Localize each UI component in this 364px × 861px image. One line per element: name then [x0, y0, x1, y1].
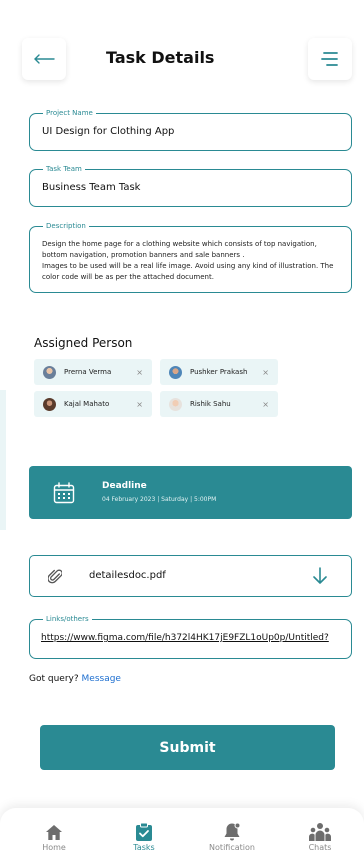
remove-assignee-icon[interactable]: ×: [262, 400, 269, 409]
avatar: [169, 397, 182, 411]
paperclip-icon: [48, 569, 62, 584]
nav-chats[interactable]: Chats: [290, 822, 350, 852]
assignee-chip[interactable]: Rishik Sahu ×: [160, 391, 278, 417]
assigned-person-heading: Assigned Person: [34, 336, 133, 350]
remove-assignee-icon[interactable]: ×: [262, 368, 269, 377]
calendar-icon: [53, 482, 75, 504]
attachment-box[interactable]: detailesdoc.pdf: [29, 555, 352, 597]
nav-label: Home: [42, 843, 66, 852]
submit-button[interactable]: Submit: [40, 725, 335, 770]
project-name-field[interactable]: Project Name UI Design for Clothing App: [29, 108, 352, 151]
project-name-value[interactable]: UI Design for Clothing App: [42, 126, 174, 137]
description-paragraph: Images to be used will be a real life im…: [42, 262, 334, 281]
query-line: Got query? Message: [29, 674, 121, 684]
message-link[interactable]: Message: [82, 674, 121, 684]
assignee-chip[interactable]: Prerna Verma ×: [34, 359, 152, 385]
page-title: Task Details: [106, 48, 215, 67]
assignee-chip[interactable]: Pushker Prakash ×: [160, 359, 278, 385]
menu-button[interactable]: [308, 38, 352, 80]
attachment-file-name[interactable]: detailesdoc.pdf: [89, 570, 166, 581]
bell-icon: [224, 822, 241, 841]
side-decoration: [0, 390, 6, 530]
task-team-label: Task Team: [43, 164, 85, 174]
link-url[interactable]: https://www.figma.com/file/h372l4HK17jE9…: [41, 633, 329, 643]
home-icon: [46, 824, 62, 840]
deadline-title: Deadline: [102, 481, 147, 491]
project-name-label: Project Name: [43, 108, 96, 118]
nav-home[interactable]: Home: [24, 822, 84, 852]
avatar: [43, 397, 56, 411]
nav-label: Tasks: [133, 843, 155, 852]
back-button[interactable]: [22, 38, 66, 80]
nav-label: Notification: [209, 843, 255, 852]
description-label: Description: [43, 221, 89, 231]
download-arrow-icon[interactable]: [313, 567, 327, 585]
query-text: Got query?: [29, 674, 79, 684]
avatar: [43, 365, 56, 379]
description-text[interactable]: Design the home page for a clothing webs…: [42, 239, 341, 282]
description-paragraph: Design the home page for a clothing webs…: [42, 240, 317, 259]
nav-label: Chats: [308, 843, 332, 852]
assignee-name: Rishik Sahu: [190, 400, 231, 408]
deadline-date: 04 February 2023 | Saturday | 5:00PM: [102, 496, 217, 503]
arrow-left-icon: [34, 54, 55, 64]
task-team-value[interactable]: Business Team Task: [42, 182, 140, 193]
remove-assignee-icon[interactable]: ×: [136, 400, 143, 409]
clipboard-check-icon: [136, 822, 152, 841]
description-field[interactable]: Description Design the home page for a c…: [29, 221, 352, 293]
assignee-name: Kajal Mahato: [64, 400, 110, 408]
nav-notification[interactable]: Notification: [202, 822, 262, 852]
deadline-card[interactable]: Deadline 04 February 2023 | Saturday | 5…: [29, 466, 352, 519]
remove-assignee-icon[interactable]: ×: [136, 368, 143, 377]
assignee-name: Pushker Prakash: [190, 368, 248, 376]
links-label: Links/others: [43, 614, 92, 624]
assignee-chip[interactable]: Kajal Mahato ×: [34, 391, 152, 417]
nav-tasks[interactable]: Tasks: [114, 822, 174, 852]
assignee-name: Prerna Verma: [64, 368, 112, 376]
menu-lines-icon: [321, 52, 338, 66]
task-team-field[interactable]: Task Team Business Team Task: [29, 164, 352, 207]
bottom-nav: Home Tasks Notification Chats: [0, 808, 364, 861]
header: Task Details: [0, 38, 364, 80]
links-field[interactable]: Links/others https://www.figma.com/file/…: [29, 614, 352, 659]
people-icon: [308, 823, 332, 841]
avatar: [169, 365, 182, 379]
